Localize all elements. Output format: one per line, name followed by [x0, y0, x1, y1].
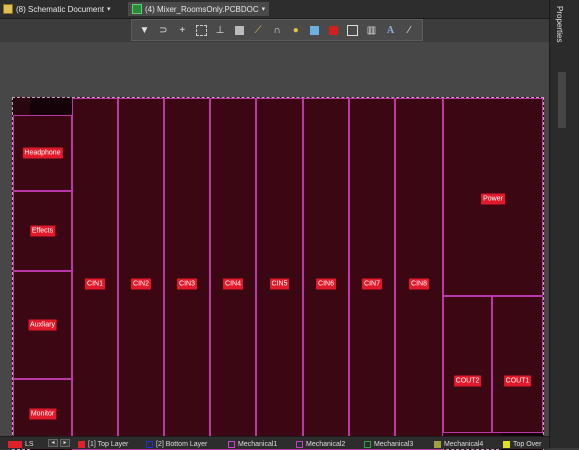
room-label: Headphone: [22, 147, 63, 159]
filter-icon[interactable]: ▼: [137, 23, 152, 38]
room-headphone[interactable]: Headphone: [13, 115, 72, 191]
tab-pcb-document[interactable]: (4) Mixer_RoomsOnly.PCBDOC ▾: [128, 2, 270, 16]
pcb-canvas[interactable]: Headphone Effects Auxliary Monitor CIN1 …: [0, 42, 549, 450]
tab-schematic-document[interactable]: (8) Schematic Document ▾: [3, 2, 111, 16]
room-cin2[interactable]: CIN2: [118, 98, 164, 450]
room-cin1[interactable]: CIN1: [72, 98, 118, 450]
room-label: Monitor: [28, 408, 57, 420]
board-outline: Headphone Effects Auxliary Monitor CIN1 …: [12, 97, 544, 450]
room-power[interactable]: Power: [443, 98, 543, 296]
route-icon[interactable]: ⊃: [156, 23, 171, 38]
room-label: COUT2: [453, 375, 482, 387]
pin-icon[interactable]: ●: [288, 23, 303, 38]
layer-color-swatch: [296, 440, 303, 448]
room-label: CIN8: [409, 278, 429, 290]
room-label: CIN1: [85, 278, 105, 290]
layer-label: LS: [25, 440, 34, 448]
keepout-icon[interactable]: [326, 23, 341, 38]
layer-tabs-bar: LS ◂ ▸ [1] Top Layer [2] Bottom Layer Me…: [0, 436, 549, 449]
properties-panel-tab[interactable]: Properties: [555, 6, 564, 42]
room-cin4[interactable]: CIN4: [210, 98, 256, 450]
arc-icon[interactable]: ∩: [269, 23, 284, 38]
active-bar-toolbar: ▼ ⊃ + ⊥ ⟋ ∩ ● ▥ A ⁄: [131, 19, 423, 41]
room-label: CIN5: [269, 278, 290, 290]
layer-color-swatch: [8, 440, 22, 448]
room-label: CIN6: [316, 278, 336, 290]
plus-icon[interactable]: +: [175, 23, 190, 38]
room-cout2[interactable]: COUT2: [443, 296, 492, 433]
chevron-down-icon[interactable]: ▾: [107, 5, 111, 13]
tab-label: (4) Mixer_RoomsOnly.PCBDOC: [145, 4, 259, 14]
layer-label: Top Over: [513, 440, 542, 448]
room-label: Power: [481, 193, 505, 205]
pcb-icon: [132, 4, 142, 14]
layer-label: [2] Bottom Layer: [156, 440, 208, 448]
room-label: Effects: [29, 225, 56, 237]
layer-label: Mechanical4: [444, 440, 484, 448]
component-icon[interactable]: [232, 23, 247, 38]
document-tab-bar: (8) Schematic Document ▾ (4) Mixer_Rooms…: [0, 0, 549, 19]
layer-color-swatch: [434, 440, 441, 448]
select-icon[interactable]: [194, 23, 209, 38]
room-cin7[interactable]: CIN7: [349, 98, 395, 450]
room-cin6[interactable]: CIN6: [303, 98, 349, 450]
room-label: CIN3: [177, 278, 197, 290]
pad-icon[interactable]: [307, 23, 322, 38]
room-auxliary[interactable]: Auxliary: [13, 271, 72, 379]
layer-color-swatch: [78, 440, 85, 448]
layer-color-swatch: [364, 440, 371, 448]
room-label: CIN2: [131, 278, 151, 290]
room-cin8[interactable]: CIN8: [395, 98, 443, 450]
layer-color-swatch: [228, 440, 235, 448]
chevron-down-icon[interactable]: ▾: [262, 5, 266, 13]
layer-color-swatch: [503, 440, 510, 448]
room-label: Auxliary: [28, 319, 57, 331]
chart-icon[interactable]: ⊥: [213, 23, 228, 38]
room-effects[interactable]: Effects: [13, 191, 72, 271]
layer-label: [1] Top Layer: [88, 440, 129, 448]
layer-label: Mechanical2: [306, 440, 346, 448]
layer-label: Mechanical1: [238, 440, 278, 448]
region-icon[interactable]: [345, 23, 360, 38]
room-cout1[interactable]: COUT1: [492, 296, 543, 433]
room-label: CIN4: [223, 278, 243, 290]
board-corner-notch: [30, 98, 72, 115]
room-cin3[interactable]: CIN3: [164, 98, 210, 450]
measure-icon[interactable]: ▥: [364, 23, 379, 38]
polygon-icon[interactable]: ⟋: [250, 23, 265, 38]
scroll-left-icon[interactable]: ◂: [48, 439, 58, 447]
properties-panel: Properties: [549, 0, 579, 448]
panel-scrollbar[interactable]: [558, 72, 566, 128]
room-label: COUT1: [503, 375, 532, 387]
text-icon[interactable]: A: [383, 23, 398, 38]
room-label: CIN7: [362, 278, 382, 290]
tab-label: (8) Schematic Document: [16, 4, 105, 14]
line-icon[interactable]: ⁄: [402, 23, 417, 38]
layer-color-swatch: [146, 440, 153, 448]
room-cin5[interactable]: CIN5: [256, 98, 303, 450]
scroll-right-icon[interactable]: ▸: [60, 439, 70, 447]
schematic-icon: [3, 4, 13, 14]
layer-label: Mechanical3: [374, 440, 414, 448]
